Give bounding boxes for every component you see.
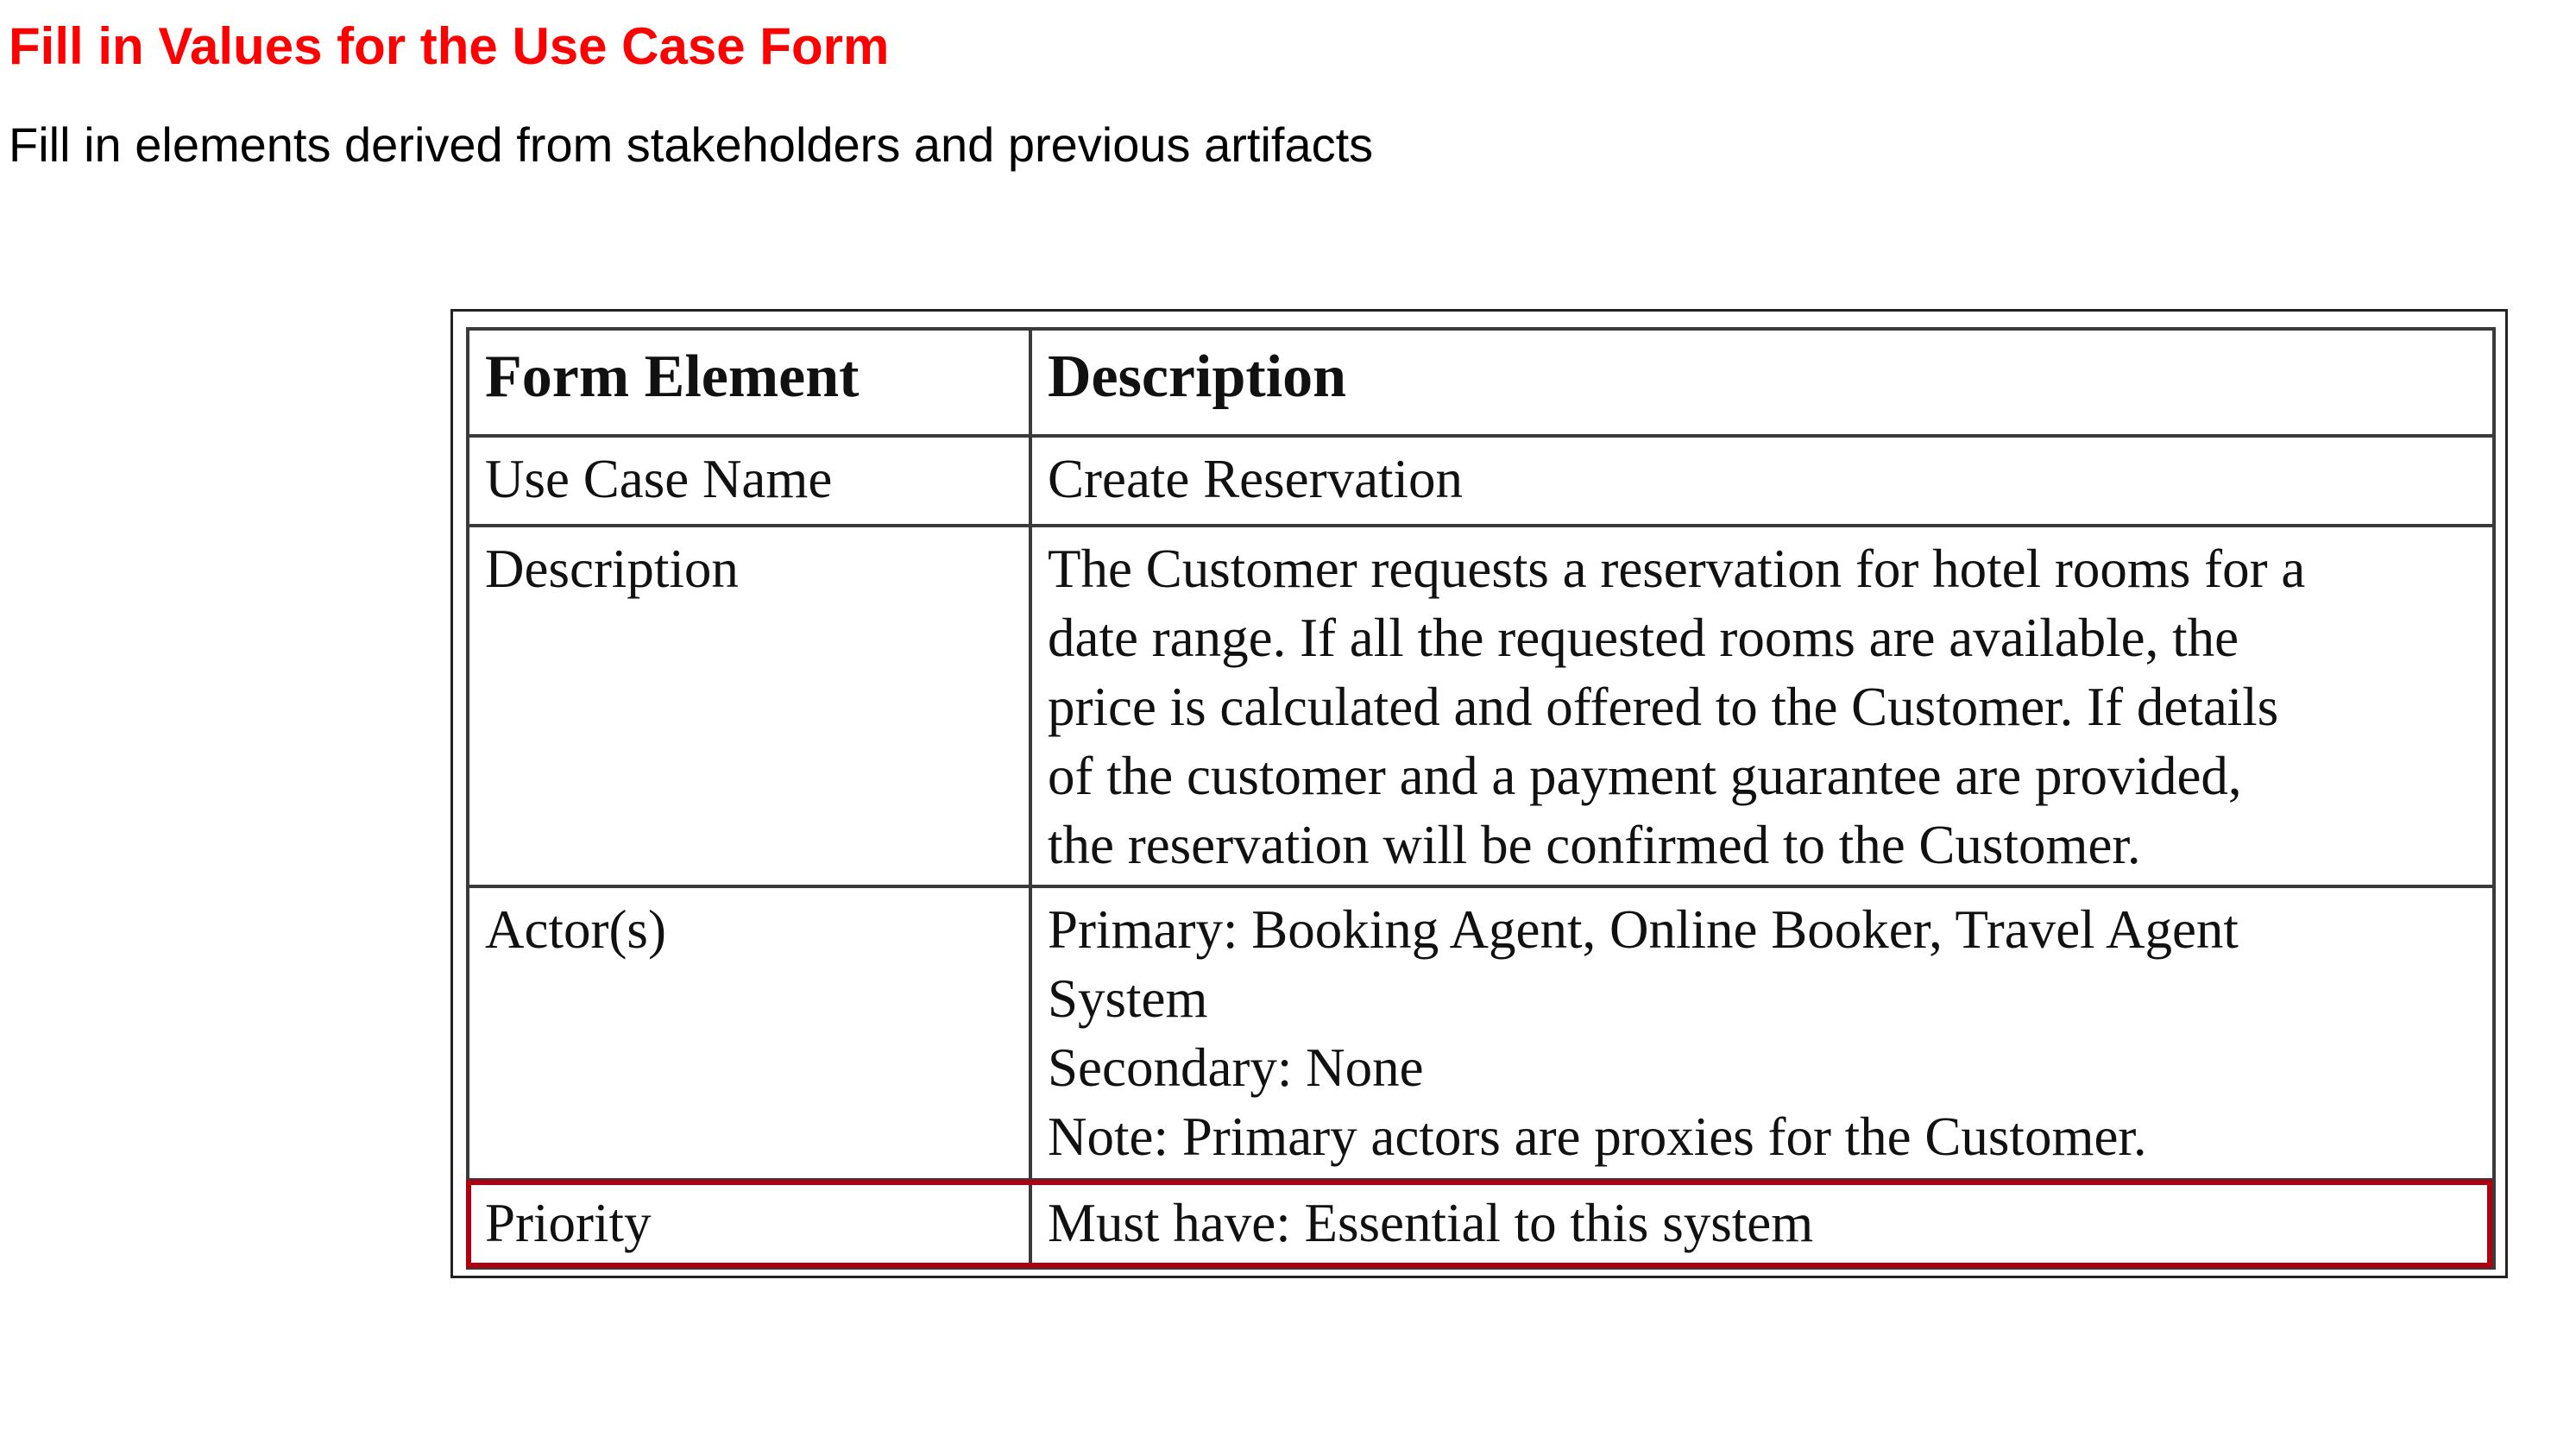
actors-line: Note: Primary actors are proxies for the… [1048,1106,2147,1167]
row-value-description: The Customer requests a reservation for … [1029,524,2496,888]
description-line: the reservation will be confirmed to the… [1048,815,2141,875]
row-label-use-case-name: Use Case Name [466,434,1032,527]
table-header-row: Form Element Description [466,327,2496,438]
slide-subtitle: Fill in elements derived from stakeholde… [9,117,1374,172]
description-line: The Customer requests a reservation for … [1048,539,2306,599]
table-row: Description The Customer requests a rese… [466,524,2496,888]
description-line: price is calculated and offered to the C… [1048,677,2279,737]
slide-title: Fill in Values for the Use Case Form [9,17,890,75]
description-line: date range. If all the requested rooms a… [1048,608,2239,668]
actors-line: System [1048,968,1208,1029]
row-label-description: Description [466,524,1032,888]
description-line: of the customer and a payment guarantee … [1048,746,2242,806]
row-label-priority: Priority [466,1178,1032,1270]
row-value-use-case-name: Create Reservation [1029,434,2496,527]
actors-line: Secondary: None [1048,1037,1424,1098]
table-row-priority: Priority Must have: Essential to this sy… [466,1178,2496,1270]
row-value-priority: Must have: Essential to this system [1029,1178,2496,1270]
actors-line: Primary: Booking Agent, Online Booker, T… [1048,899,2239,960]
table-row: Use Case Name Create Reservation [466,434,2496,527]
table-row: Actor(s) Primary: Booking Agent, Online … [466,885,2496,1182]
header-form-element: Form Element [466,327,1032,438]
row-value-actors: Primary: Booking Agent, Online Booker, T… [1029,885,2496,1182]
use-case-form-table: Form Element Description Use Case Name C… [466,327,2496,1270]
header-description: Description [1029,327,2496,438]
use-case-form-figure: Form Element Description Use Case Name C… [450,309,2508,1278]
row-label-actors: Actor(s) [466,885,1032,1182]
